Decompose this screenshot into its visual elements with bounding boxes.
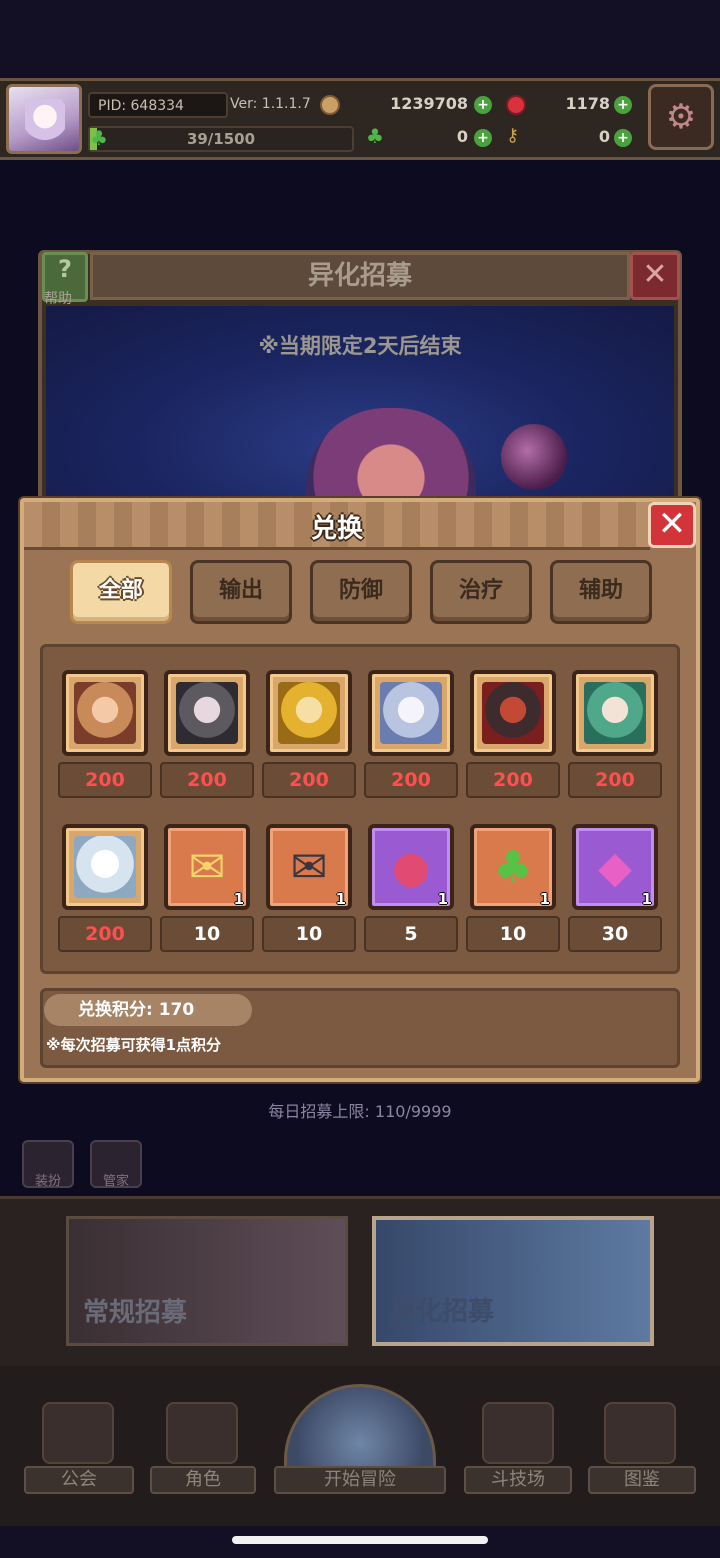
exchange-points: 兑换积分: 170 (44, 994, 252, 1026)
player-avatar[interactable] (6, 84, 82, 154)
item-price: 200 (568, 762, 662, 798)
clover-icon: ♣ (493, 842, 533, 893)
hero-tile (62, 824, 148, 910)
tab-defense[interactable]: 防御 (310, 560, 412, 624)
crystal-icon: ◆ (598, 842, 632, 893)
key-currency-icon: ⚷ (506, 125, 520, 146)
close-icon: ✕ (642, 257, 668, 292)
clover-small-icon: ♣ (90, 126, 108, 150)
question-icon: ? (58, 255, 72, 283)
item-quantity: 1 (335, 890, 346, 908)
codex-icon (604, 1402, 676, 1464)
dress-up-label: 装扮 (34, 1174, 61, 1189)
hero-tile (572, 670, 658, 756)
fruit-icon: ● (391, 842, 431, 893)
settings-button[interactable]: ⚙ (648, 84, 714, 150)
key-amount: 0 (598, 127, 610, 146)
item-quantity: 1 (641, 890, 652, 908)
gold-letter-icon: ✉ (188, 842, 226, 893)
item-price: 200 (58, 762, 152, 798)
nav-codex[interactable]: 图鉴 (588, 1466, 696, 1494)
hero-tile (266, 670, 352, 756)
red-gem-icon (506, 95, 526, 115)
tab-all[interactable]: 全部 (70, 560, 172, 624)
item-quantity: 1 (437, 890, 448, 908)
arena-icon (482, 1402, 554, 1464)
item-price: 200 (466, 762, 560, 798)
exp-text: 39/1500 (186, 130, 256, 148)
item-price: 10 (466, 916, 560, 952)
alien-recruit-card[interactable]: 异化招募 (372, 1216, 654, 1346)
butler-button[interactable]: 管家 (90, 1140, 142, 1189)
nav-character[interactable]: 角色 (150, 1466, 256, 1494)
exchange-header: 兑换 (24, 502, 650, 550)
item-price: 200 (160, 762, 254, 798)
hero-portrait-icon (176, 682, 238, 744)
add-gem-icon[interactable]: + (614, 96, 632, 114)
item-price: 30 (568, 916, 662, 952)
gem-amount: 1178 (565, 94, 610, 113)
exchange-title: 兑换 (310, 514, 363, 544)
hero-tile (164, 670, 250, 756)
recruit-title: 异化招募 (90, 252, 630, 300)
add-gold-icon[interactable]: + (474, 96, 492, 114)
item-price: 200 (364, 762, 458, 798)
normal-recruit-label: 常规招募 (83, 1298, 188, 1328)
add-key-icon[interactable]: + (614, 129, 632, 147)
nav-start-adventure[interactable]: 开始冒险 (274, 1466, 446, 1494)
dark-letter-icon: ✉ (290, 842, 328, 893)
close-icon: ✕ (657, 504, 687, 544)
nav-arena[interactable]: 斗技场 (464, 1466, 572, 1494)
item-price: 10 (262, 916, 356, 952)
item-price: 5 (364, 916, 458, 952)
clover-amount: 0 (456, 127, 468, 146)
item-tile: ♣ 1 (470, 824, 556, 910)
crystal-ball-art (501, 424, 567, 490)
tab-support[interactable]: 辅助 (550, 560, 652, 624)
points-note: ※每次招募可获得1点积分 (46, 1036, 222, 1054)
item-quantity: 1 (539, 890, 550, 908)
item-price: 10 (160, 916, 254, 952)
butler-label: 管家 (102, 1174, 129, 1189)
exp-bar: 39/1500 (88, 126, 354, 152)
recruit-close-button[interactable]: ✕ (630, 252, 680, 300)
period-note: ※当期限定2天后结束 (258, 334, 462, 358)
hero-tile (62, 670, 148, 756)
hero-tile (470, 670, 556, 756)
hero-tile (368, 670, 454, 756)
tab-damage[interactable]: 输出 (190, 560, 292, 624)
hero-portrait-icon (278, 682, 340, 744)
hero-portrait-icon (380, 682, 442, 744)
item-price: 200 (58, 916, 152, 952)
gear-icon: ⚙ (665, 97, 697, 137)
item-tile: ✉ 1 (164, 824, 250, 910)
item-quantity: 1 (233, 890, 244, 908)
item-tile: ◆ 1 (572, 824, 658, 910)
daily-limit: 每日招募上限: 110/9999 (268, 1102, 452, 1121)
home-indicator[interactable] (232, 1536, 488, 1544)
pid-label: PID: 648334 (88, 92, 228, 118)
item-tile: ✉ 1 (266, 824, 352, 910)
nav-guild[interactable]: 公会 (24, 1466, 134, 1494)
guild-icon (42, 1402, 114, 1464)
hero-portrait-icon (74, 836, 136, 898)
item-tile: ● 1 (368, 824, 454, 910)
item-price: 200 (262, 762, 356, 798)
alien-recruit-label: 异化招募 (390, 1297, 495, 1327)
gold-coin-icon (320, 95, 340, 115)
gold-amount: 1239708 (390, 94, 468, 113)
add-clover-icon[interactable]: + (474, 129, 492, 147)
character-icon (166, 1402, 238, 1464)
clover-currency-icon: ♣ (366, 124, 384, 148)
dress-up-button[interactable]: 装扮 (22, 1140, 74, 1189)
help-label: 帮助 (44, 291, 72, 307)
mushroom-tent-art (306, 408, 476, 508)
tab-healing[interactable]: 治疗 (430, 560, 532, 624)
exchange-close-button[interactable]: ✕ (648, 502, 696, 548)
normal-recruit-card[interactable]: 常规招募 (66, 1216, 348, 1346)
hero-portrait-icon (584, 682, 646, 744)
hero-portrait-icon (74, 682, 136, 744)
hero-portrait-icon (482, 682, 544, 744)
